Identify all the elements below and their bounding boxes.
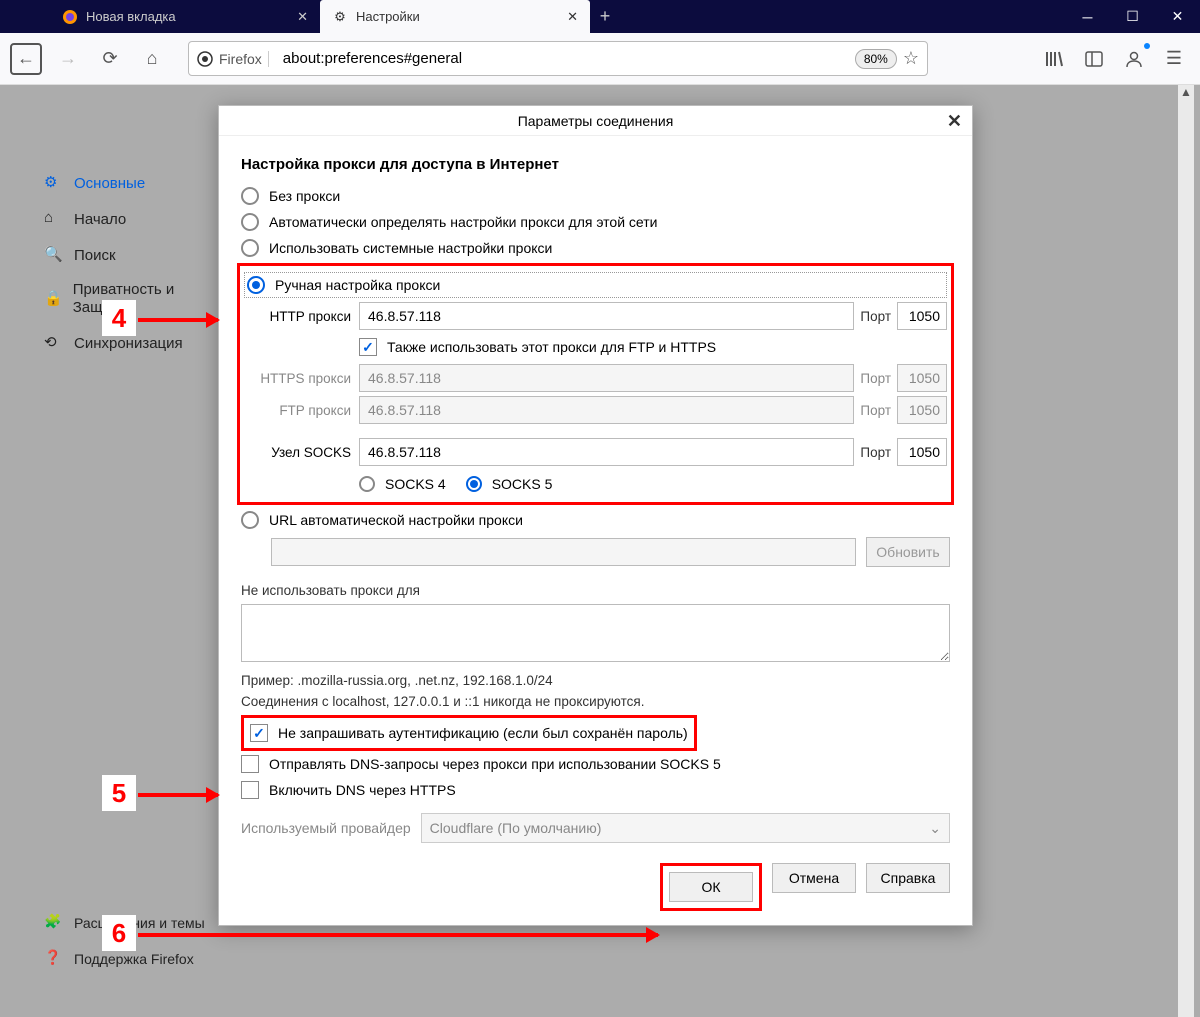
annotation-6: 6 <box>102 915 136 951</box>
dns-socks-check[interactable]: Отправлять DNS-запросы через прокси при … <box>241 751 950 777</box>
minimize-button[interactable]: ─ <box>1065 0 1110 33</box>
reload-button: Обновить <box>866 537 950 567</box>
port-label: Порт <box>854 309 897 324</box>
http-proxy-label: HTTP прокси <box>244 309 359 324</box>
annotation-box-4: Ручная настройка прокси HTTP прокси Порт… <box>237 263 954 505</box>
http-port-input[interactable] <box>897 302 947 330</box>
radio-manual[interactable]: Ручная настройка прокси <box>244 272 947 298</box>
dialog-title: Параметры соединения ✕ <box>219 106 972 136</box>
sync-icon: ⟲ <box>44 333 64 353</box>
zoom-badge[interactable]: 80% <box>855 49 897 69</box>
no-proxy-label: Не использовать прокси для <box>241 583 950 598</box>
no-proxy-textarea[interactable] <box>241 604 950 662</box>
gear-icon: ⚙ <box>332 9 348 25</box>
sidebar-item-home[interactable]: ⌂Начало <box>40 201 220 237</box>
section-title: Настройка прокси для доступа в Интернет <box>241 156 950 173</box>
checkbox-icon[interactable] <box>250 724 268 742</box>
tab-label: Новая вкладка <box>86 9 176 24</box>
socks-port-input[interactable] <box>897 438 947 466</box>
provider-select: Cloudflare (По умолчанию)⌄ <box>421 813 950 843</box>
url-bar[interactable]: Firefox 80% ☆ <box>188 41 928 76</box>
menu-icon[interactable]: ☰ <box>1158 43 1190 75</box>
home-button[interactable]: ⌂ <box>136 43 168 75</box>
lock-icon: 🔒 <box>44 289 63 309</box>
scrollbar[interactable]: ▲ <box>1178 85 1194 1017</box>
radio-socks5[interactable]: SOCKS 5 <box>466 472 553 496</box>
content-area: ⚙Основные ⌂Начало 🔍Поиск 🔒Приватность и … <box>0 85 1200 1017</box>
tab-active[interactable]: ⚙ Настройки ✕ <box>320 0 590 33</box>
localhost-note: Соединения с localhost, 127.0.0.1 и ::1 … <box>241 694 950 709</box>
annotation-4: 4 <box>102 300 136 336</box>
annotation-box-6: ОК <box>660 863 762 911</box>
dialog-footer: ОК Отмена Справка <box>219 853 972 925</box>
back-button[interactable]: ← <box>10 43 42 75</box>
tab-strip: Новая вкладка ✕ ⚙ Настройки ✕ + <box>0 0 620 33</box>
ftp-port-input <box>897 396 947 424</box>
close-icon[interactable]: ✕ <box>567 9 578 25</box>
close-icon[interactable]: ✕ <box>297 9 308 25</box>
forward-button[interactable]: → <box>52 43 84 75</box>
scroll-up-icon[interactable]: ▲ <box>1178 85 1194 101</box>
identity-box: Firefox <box>197 51 269 67</box>
sidebar-item-general[interactable]: ⚙Основные <box>40 165 220 201</box>
reload-button[interactable]: ⟳ <box>94 43 126 75</box>
search-icon: 🔍 <box>44 245 64 265</box>
port-label: Порт <box>854 403 897 418</box>
port-label: Порт <box>854 445 897 460</box>
new-tab-button[interactable]: + <box>590 6 620 27</box>
provider-label: Используемый провайдер <box>241 820 411 836</box>
dns-https-check[interactable]: Включить DNS через HTTPS <box>241 777 950 803</box>
radio-no-proxy[interactable]: Без прокси <box>241 183 950 209</box>
library-icon[interactable] <box>1038 43 1070 75</box>
arrow-icon <box>138 933 658 937</box>
help-button[interactable]: Справка <box>866 863 950 893</box>
maximize-button[interactable]: ☐ <box>1110 0 1155 33</box>
help-icon: ❓ <box>44 949 64 969</box>
arrow-icon <box>138 793 218 797</box>
gear-icon: ⚙ <box>44 173 64 193</box>
account-icon[interactable] <box>1118 43 1150 75</box>
radio-system[interactable]: Использовать системные настройки прокси <box>241 235 950 261</box>
chevron-down-icon: ⌄ <box>929 820 941 837</box>
url-input[interactable] <box>275 50 855 67</box>
arrow-icon <box>138 318 218 322</box>
close-button[interactable]: ✕ <box>1155 0 1200 33</box>
radio-auto-detect[interactable]: Автоматически определять настройки прокс… <box>241 209 950 235</box>
checkbox-icon[interactable] <box>359 338 377 356</box>
tab-inactive[interactable]: Новая вкладка ✕ <box>50 0 320 33</box>
cancel-button[interactable]: Отмена <box>772 863 856 893</box>
star-icon[interactable]: ☆ <box>903 48 919 69</box>
radio-socks4[interactable]: SOCKS 4 <box>359 472 446 496</box>
connection-settings-dialog: Параметры соединения ✕ Настройка прокси … <box>218 105 973 926</box>
https-proxy-label: HTTPS прокси <box>244 371 359 386</box>
ftp-proxy-input <box>359 396 854 424</box>
port-label: Порт <box>854 371 897 386</box>
firefox-icon <box>62 9 78 25</box>
radio-pac[interactable]: URL автоматической настройки прокси <box>241 507 950 533</box>
nav-toolbar: ← → ⟳ ⌂ Firefox 80% ☆ ☰ <box>0 33 1200 85</box>
sidebar-icon[interactable] <box>1078 43 1110 75</box>
https-proxy-input <box>359 364 854 392</box>
pac-url-input <box>271 538 856 566</box>
example-text: Пример: .mozilla-russia.org, .net.nz, 19… <box>241 673 950 688</box>
use-for-all-check[interactable]: Также использовать этот прокси для FTP и… <box>244 334 947 360</box>
tab-label: Настройки <box>356 9 420 24</box>
ok-button[interactable]: ОК <box>669 872 753 902</box>
socks-label: Узел SOCKS <box>244 445 359 460</box>
window-controls: ─ ☐ ✕ <box>1065 0 1200 33</box>
window-titlebar: Новая вкладка ✕ ⚙ Настройки ✕ + ─ ☐ ✕ <box>0 0 1200 33</box>
sidebar-item-search[interactable]: 🔍Поиск <box>40 237 220 273</box>
annotation-5: 5 <box>102 775 136 811</box>
socks-input[interactable] <box>359 438 854 466</box>
auth-check[interactable]: Не запрашивать аутентификацию (если был … <box>248 722 690 744</box>
puzzle-icon: 🧩 <box>44 913 64 933</box>
dialog-close-icon[interactable]: ✕ <box>947 111 962 132</box>
home-icon: ⌂ <box>44 209 64 229</box>
ftp-proxy-label: FTP прокси <box>244 403 359 418</box>
http-proxy-input[interactable] <box>359 302 854 330</box>
https-port-input <box>897 364 947 392</box>
annotation-box-5: Не запрашивать аутентификацию (если был … <box>241 715 697 751</box>
